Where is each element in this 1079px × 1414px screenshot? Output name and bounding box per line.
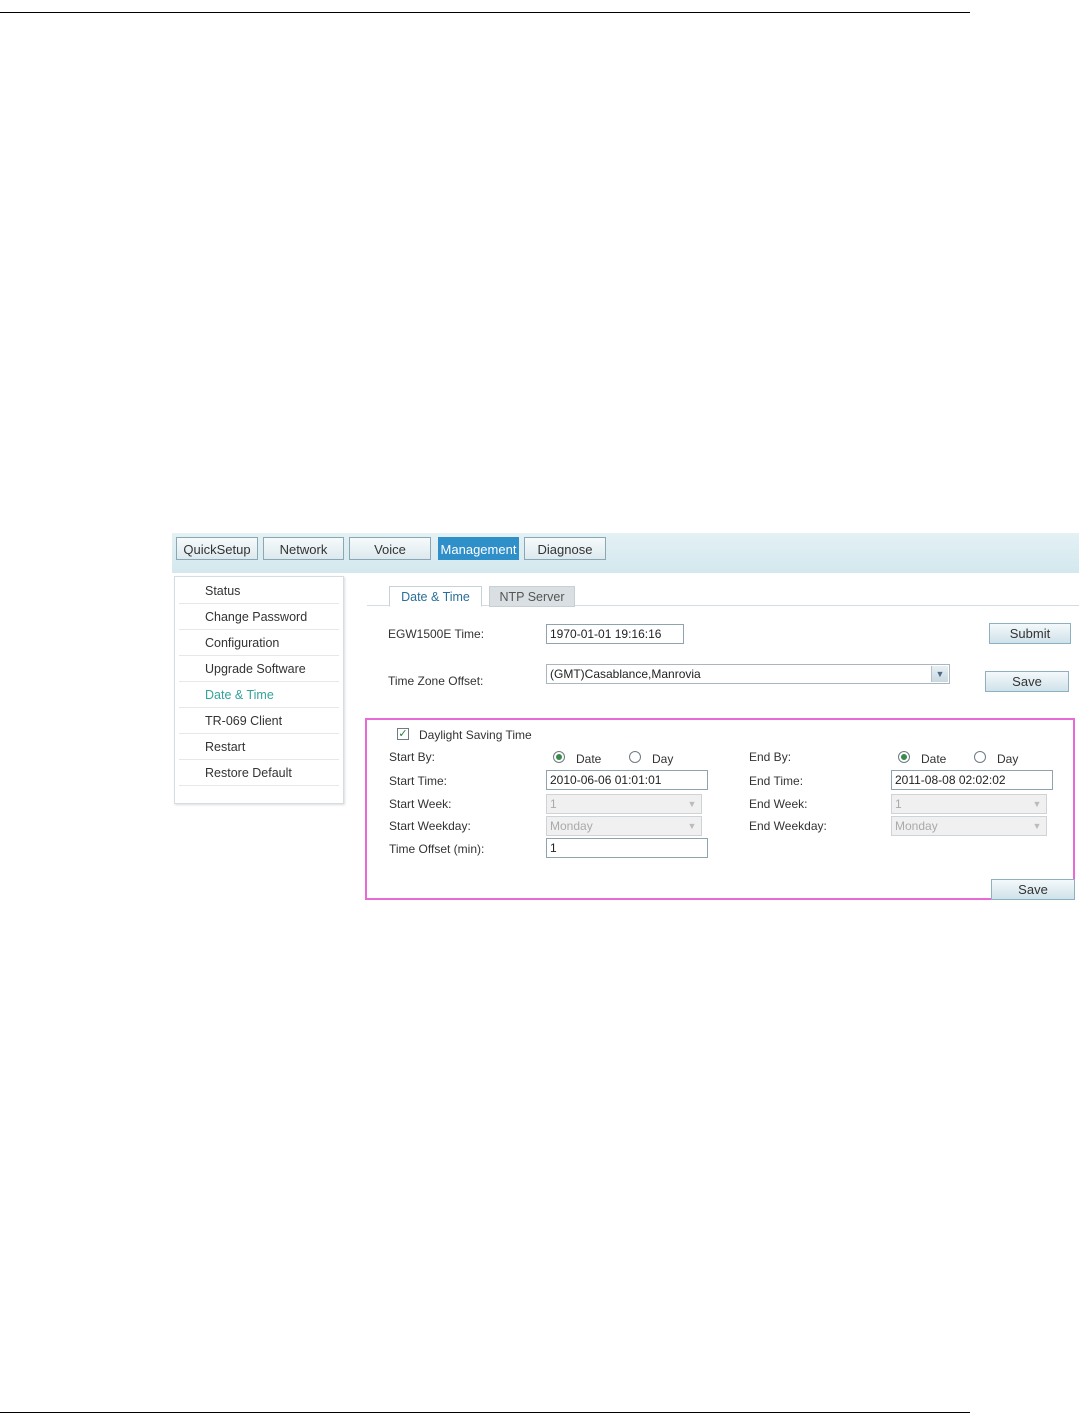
tab-ntp-server[interactable]: NTP Server	[489, 586, 575, 607]
time-offset-field[interactable]: 1	[546, 838, 708, 858]
start-week-select[interactable]: 1 ▼	[546, 794, 702, 814]
main-panel: Date & Time NTP Server EGW1500E Time: 19…	[365, 576, 1079, 901]
end-by-label: End By:	[749, 750, 792, 764]
start-week-label: Start Week:	[389, 797, 452, 811]
start-by-day-radio[interactable]	[629, 751, 641, 763]
end-weekday-select[interactable]: Monday ▼	[891, 816, 1047, 836]
nav-voice[interactable]: Voice	[349, 537, 431, 560]
end-time-field[interactable]: 2011-08-08 02:02:02	[891, 770, 1053, 790]
chevron-down-icon: ▼	[1029, 818, 1045, 834]
chevron-down-icon: ▼	[1029, 796, 1045, 812]
sidebar-item-date-time[interactable]: Date & Time	[179, 683, 339, 708]
start-by-day-label: Day	[652, 752, 674, 766]
timezone-select[interactable]: (GMT)Casablance,Manrovia ▼	[546, 664, 950, 684]
daylight-saving-label: Daylight Saving Time	[419, 728, 532, 742]
dst-save-button[interactable]: Save	[991, 879, 1075, 900]
end-by-date-label: Date	[921, 752, 947, 766]
start-weekday-select[interactable]: Monday ▼	[546, 816, 702, 836]
timezone-selected-value: (GMT)Casablance,Manrovia	[550, 667, 701, 681]
sidebar-item-restore-default[interactable]: Restore Default	[179, 761, 339, 786]
start-time-label: Start Time:	[389, 774, 448, 788]
start-weekday-value: Monday	[550, 819, 593, 833]
device-time-field[interactable]: 1970-01-01 19:16:16	[546, 624, 684, 644]
end-weekday-value: Monday	[895, 819, 938, 833]
end-week-label: End Week:	[749, 797, 808, 811]
sidebar-menu: Status Change Password Configuration Upg…	[174, 576, 344, 804]
daylight-saving-checkbox[interactable]: ✓	[397, 728, 409, 740]
end-by-day-label: Day	[997, 752, 1019, 766]
start-by-date-label: Date	[576, 752, 602, 766]
device-time-label: EGW1500E Time:	[388, 627, 485, 641]
timezone-save-button[interactable]: Save	[985, 671, 1069, 692]
chevron-down-icon: ▼	[684, 796, 700, 812]
end-by-date-radio[interactable]	[898, 751, 910, 763]
sidebar-item-change-password[interactable]: Change Password	[179, 605, 339, 630]
sidebar-item-restart[interactable]: Restart	[179, 735, 339, 760]
nav-network[interactable]: Network	[263, 537, 344, 560]
sidebar-item-tr069-client[interactable]: TR-069 Client	[179, 709, 339, 734]
sidebar-item-configuration[interactable]: Configuration	[179, 631, 339, 656]
start-by-label: Start By:	[389, 750, 436, 764]
end-time-label: End Time:	[749, 774, 804, 788]
nav-quicksetup[interactable]: QuickSetup	[176, 537, 258, 560]
submit-button[interactable]: Submit	[989, 623, 1071, 644]
top-navigation-bar: QuickSetup Network Voice Management Diag…	[172, 533, 1079, 573]
tab-date-time[interactable]: Date & Time	[389, 586, 482, 607]
end-week-select[interactable]: 1 ▼	[891, 794, 1047, 814]
time-offset-label: Time Offset (min):	[389, 842, 485, 856]
end-week-value: 1	[895, 797, 902, 811]
chevron-down-icon: ▼	[684, 818, 700, 834]
chevron-down-icon: ▼	[931, 666, 948, 682]
start-time-field[interactable]: 2010-06-06 01:01:01	[546, 770, 708, 790]
page-bottom-rule	[0, 1412, 970, 1413]
end-weekday-label: End Weekday:	[749, 819, 827, 833]
nav-diagnose[interactable]: Diagnose	[524, 537, 606, 560]
start-weekday-label: Start Weekday:	[389, 819, 471, 833]
daylight-saving-section: ✓ Daylight Saving Time Start By: Date Da…	[365, 718, 1075, 900]
sidebar-item-status[interactable]: Status	[179, 579, 339, 604]
nav-management[interactable]: Management	[438, 537, 519, 560]
end-by-day-radio[interactable]	[974, 751, 986, 763]
start-by-date-radio[interactable]	[553, 751, 565, 763]
timezone-label: Time Zone Offset:	[388, 674, 484, 688]
start-week-value: 1	[550, 797, 557, 811]
page-top-rule	[0, 12, 970, 13]
sidebar-item-upgrade-software[interactable]: Upgrade Software	[179, 657, 339, 682]
web-ui-screenshot: QuickSetup Network Voice Management Diag…	[172, 533, 1079, 903]
